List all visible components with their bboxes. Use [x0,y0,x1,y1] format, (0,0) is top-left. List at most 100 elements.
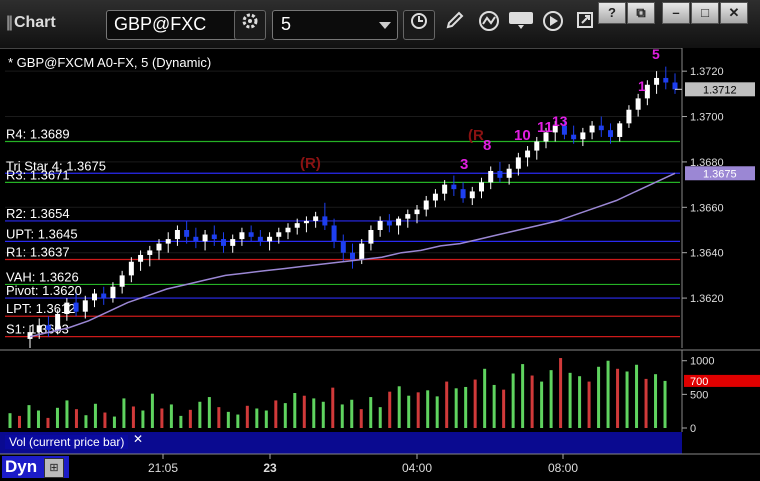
candle-body [515,157,521,169]
candle-body [119,275,125,287]
setup-annotation: 13 [552,113,568,129]
setup-annotation: 10 [514,127,531,144]
volume-bar [283,403,287,428]
volume-label: Vol (current price bar) [5,435,129,449]
close-button[interactable]: ✕ [720,2,748,24]
candle-body [571,134,577,140]
play-icon [543,11,563,31]
candle-body [350,252,355,260]
candle-body [414,209,420,215]
setup-annotation: (R [468,127,484,144]
export-button[interactable] [570,10,600,38]
setup-annotation: (R) [300,155,321,172]
volume-bar [17,415,21,428]
restore-button[interactable]: ⧉ [627,2,655,24]
candle-body [608,130,613,137]
volume-bar [521,364,525,428]
candle-body [423,200,429,210]
volume-bar [464,386,468,428]
volume-bar [635,364,639,428]
candle-body [202,234,208,242]
candle-body [45,325,51,330]
candle-body [525,150,531,158]
time-axis-background [0,454,760,481]
setup-annotation: 8 [483,137,491,154]
chevron-down-icon[interactable] [379,22,391,29]
volume-bar [255,408,259,428]
volume-bar [663,380,667,428]
price-tick-label: 1.3620 [690,293,724,305]
candle-body [534,141,540,151]
close-icon[interactable]: ✕ [133,432,143,446]
window-title: || Chart [6,14,56,31]
candle-body [589,125,595,133]
draw-button[interactable] [440,10,470,38]
setup-annotation: 1 [638,78,646,94]
volume-bar [217,407,221,428]
candle-body [156,243,162,251]
candle-body [267,236,273,242]
level-label: R4: 1.3689 [6,127,70,142]
volume-bar [445,381,449,428]
time-tick-label: 04:00 [402,461,432,475]
candle-body [479,182,484,192]
volume-bar [226,411,230,428]
volume-bar [8,413,12,428]
candle-body [386,220,392,226]
volume-bar [397,386,401,428]
candle-body [193,236,199,242]
candle-body [248,232,254,237]
ma-value-label: 1.3675 [703,168,737,180]
price-tick-label: 1.3720 [690,66,724,78]
candle-body [92,293,97,301]
volume-bar [530,375,534,428]
volume-bar [568,372,572,428]
clock-button[interactable] [403,10,435,40]
setup-annotation: 3 [460,156,468,173]
volume-bar [264,410,268,428]
grid [5,70,680,299]
volume-bar [312,398,316,428]
volume-bar [169,404,173,428]
price-chart[interactable]: R4: 1.3689Tri Star 4: 1.3675R3: 1.3671R2… [0,48,760,481]
play-button[interactable] [538,10,568,38]
maximize-button[interactable]: □ [691,2,719,24]
drag-grip-icon[interactable]: || [6,14,13,31]
candle-body [55,313,61,330]
volume-bar [36,410,40,428]
candle-body [239,232,245,240]
candle-body [303,220,309,224]
candle-body [626,109,632,124]
volume-bar [141,410,145,428]
volume-bar [435,396,439,428]
candle-body [654,77,660,85]
get-data-button[interactable] [506,10,536,38]
clock-icon [411,13,427,29]
time-tick-label: 08:00 [548,461,578,475]
time-tick-label: 23 [263,461,277,475]
candle-body [663,77,669,83]
setup-annotation: 11 [537,119,553,136]
chart-window: || Chart GBP@FXC 5 ? ⧉ – □ ✕ R4: 1.3689 Tr… [0,0,760,481]
volume-bar [502,389,506,428]
volume-bar [160,408,164,428]
timeframe-selector[interactable]: 5 [272,10,398,40]
indicator-button[interactable] [474,10,504,38]
export-icon [577,12,593,28]
indicator-icon [479,11,499,31]
candle-body [377,220,383,230]
symbol-settings-button[interactable] [234,10,266,40]
volume-tick-label: 1000 [690,356,714,368]
volume-bar [416,392,420,428]
volume-bar [122,398,126,428]
time-axis: 21:05 23 04:00 08:00 [0,453,760,481]
bar-type-icon[interactable]: ⊞ [44,458,64,478]
minimize-button[interactable]: – [662,2,690,24]
help-button[interactable]: ? [598,2,626,24]
candle-body [497,171,503,178]
candle-body [184,230,190,237]
annotations: (R) (R38 10 11 13 5 1 [300,48,660,173]
volume-bar [587,381,591,428]
candle-body [147,250,153,255]
candle-body [635,98,641,110]
